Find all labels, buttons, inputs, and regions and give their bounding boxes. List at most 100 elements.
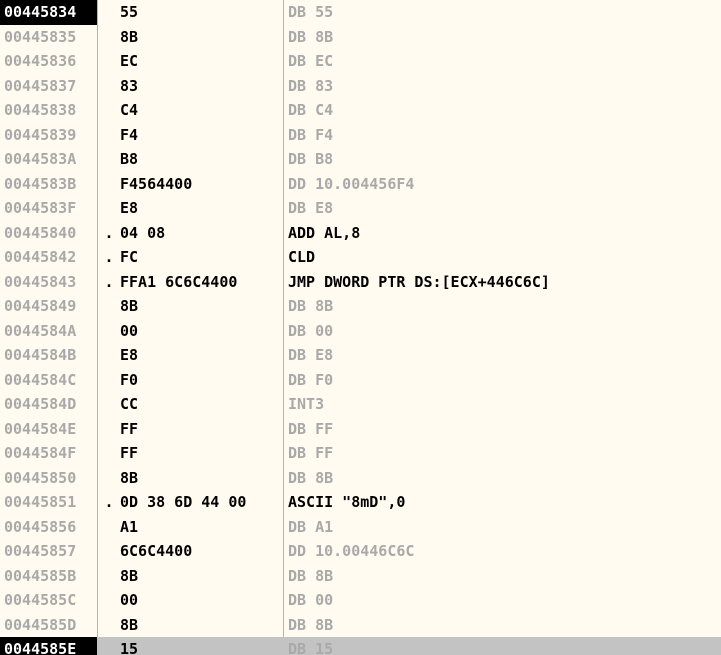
hex-dump-cell[interactable]: CC bbox=[98, 392, 282, 417]
disassembly-cell[interactable]: DB B8 bbox=[288, 147, 721, 172]
hex-dump-cell[interactable]: 8B bbox=[98, 466, 282, 491]
address-cell[interactable]: 00445850 bbox=[0, 466, 97, 491]
disassembly-cell[interactable]: ADD AL,8 bbox=[288, 221, 721, 246]
address-cell[interactable]: 00445836 bbox=[0, 49, 97, 74]
disassembly-row[interactable]: 0044583A B8 DB B8 bbox=[0, 147, 721, 172]
disassembly-row[interactable]: 00445856 A1 DB A1 bbox=[0, 515, 721, 540]
address-cell[interactable]: 00445849 bbox=[0, 294, 97, 319]
disassembly-cell[interactable]: DB 8B bbox=[288, 564, 721, 589]
disassembly-row[interactable]: 00445834 55 DB 55 bbox=[0, 0, 721, 25]
hex-dump-cell[interactable]: EC bbox=[98, 49, 282, 74]
disassembly-row[interactable]: 0044585B 8B DB 8B bbox=[0, 564, 721, 589]
address-cell[interactable]: 00445838 bbox=[0, 98, 97, 123]
address-cell[interactable]: 00445839 bbox=[0, 123, 97, 148]
hex-dump-cell[interactable]: F4564400 bbox=[98, 172, 282, 197]
hex-dump-cell[interactable]: 8B bbox=[98, 25, 282, 50]
disassembly-row[interactable]: 00445838 C4 DB C4 bbox=[0, 98, 721, 123]
address-cell[interactable]: 0044584B bbox=[0, 343, 97, 368]
address-cell[interactable]: 0044585E bbox=[0, 637, 97, 655]
address-cell[interactable]: 00445843 bbox=[0, 270, 97, 295]
address-cell[interactable]: 0044584C bbox=[0, 368, 97, 393]
disassembly-pane[interactable]: 00445834 55 DB 55 00445835 8B DB 8B 00445836 EC… bbox=[0, 0, 721, 655]
hex-dump-cell[interactable]: . 0D 38 6D 44 00 bbox=[98, 490, 282, 515]
disassembly-row[interactable]: 00445835 8B DB 8B bbox=[0, 25, 721, 50]
disassembly-cell[interactable]: DB 8B bbox=[288, 613, 721, 638]
disassembly-row[interactable]: 0044584E FF DB FF bbox=[0, 417, 721, 442]
disassembly-cell[interactable]: DB E8 bbox=[288, 196, 721, 221]
address-cell[interactable]: 00445840 bbox=[0, 221, 97, 246]
disassembly-row[interactable]: 0044584D CC INT3 bbox=[0, 392, 721, 417]
disassembly-cell[interactable]: DB F0 bbox=[288, 368, 721, 393]
disassembly-cell[interactable]: DB A1 bbox=[288, 515, 721, 540]
hex-dump-cell[interactable]: 55 bbox=[98, 0, 282, 25]
hex-dump-cell[interactable]: 15 bbox=[98, 637, 282, 655]
disassembly-row[interactable]: 0044585D 8B DB 8B bbox=[0, 613, 721, 638]
hex-dump-cell[interactable]: FF bbox=[98, 417, 282, 442]
disassembly-cell[interactable]: DB 8B bbox=[288, 294, 721, 319]
disassembly-cell[interactable]: DB 8B bbox=[288, 466, 721, 491]
address-cell[interactable]: 0044584E bbox=[0, 417, 97, 442]
disassembly-row[interactable]: 0044583F E8 DB E8 bbox=[0, 196, 721, 221]
address-cell[interactable]: 0044584D bbox=[0, 392, 97, 417]
hex-dump-cell[interactable]: F4 bbox=[98, 123, 282, 148]
address-cell[interactable]: 00445842 bbox=[0, 245, 97, 270]
disassembly-row[interactable]: 0044584A 00 DB 00 bbox=[0, 319, 721, 344]
address-cell[interactable]: 0044583B bbox=[0, 172, 97, 197]
hex-dump-cell[interactable]: . FFA1 6C6C4400 bbox=[98, 270, 282, 295]
address-cell[interactable]: 0044583A bbox=[0, 147, 97, 172]
hex-dump-cell[interactable]: 8B bbox=[98, 613, 282, 638]
disassembly-cell[interactable]: DB F4 bbox=[288, 123, 721, 148]
disassembly-cell[interactable]: DB 00 bbox=[288, 588, 721, 613]
address-cell[interactable]: 0044585C bbox=[0, 588, 97, 613]
disassembly-cell[interactable]: CLD bbox=[288, 245, 721, 270]
disassembly-row[interactable]: 0044584B E8 DB E8 bbox=[0, 343, 721, 368]
disassembly-cell[interactable]: DB 8B bbox=[288, 25, 721, 50]
disassembly-cell[interactable]: ASCII "8mD",0 bbox=[288, 490, 721, 515]
address-cell[interactable]: 00445856 bbox=[0, 515, 97, 540]
disassembly-cell[interactable]: JMP DWORD PTR DS:[ECX+446C6C] bbox=[288, 270, 721, 295]
disassembly-cell[interactable]: DB 83 bbox=[288, 74, 721, 99]
hex-dump-cell[interactable]: 83 bbox=[98, 74, 282, 99]
address-cell[interactable]: 00445835 bbox=[0, 25, 97, 50]
disassembly-cell[interactable]: DB 00 bbox=[288, 319, 721, 344]
address-cell[interactable]: 00445837 bbox=[0, 74, 97, 99]
hex-dump-cell[interactable]: 00 bbox=[98, 319, 282, 344]
disassembly-row[interactable]: 00445851. 0D 38 6D 44 00 ASCII "8mD",0 bbox=[0, 490, 721, 515]
address-cell[interactable]: 0044584F bbox=[0, 441, 97, 466]
hex-dump-cell[interactable]: E8 bbox=[98, 343, 282, 368]
hex-dump-cell[interactable]: F0 bbox=[98, 368, 282, 393]
hex-dump-cell[interactable]: C4 bbox=[98, 98, 282, 123]
disassembly-cell[interactable]: DB 55 bbox=[288, 0, 721, 25]
disassembly-row[interactable]: 00445839 F4 DB F4 bbox=[0, 123, 721, 148]
disassembly-cell[interactable]: DD 10.00446C6C bbox=[288, 539, 721, 564]
hex-dump-cell[interactable]: 00 bbox=[98, 588, 282, 613]
disassembly-cell[interactable]: INT3 bbox=[288, 392, 721, 417]
hex-dump-cell[interactable]: 8B bbox=[98, 564, 282, 589]
address-cell[interactable]: 00445834 bbox=[0, 0, 97, 25]
hex-dump-cell[interactable]: 8B bbox=[98, 294, 282, 319]
disassembly-row[interactable]: 00445849 8B DB 8B bbox=[0, 294, 721, 319]
hex-dump-cell[interactable]: E8 bbox=[98, 196, 282, 221]
disassembly-row[interactable]: 00445857 6C6C4400 DD 10.00446C6C bbox=[0, 539, 721, 564]
disassembly-cell[interactable]: DB C4 bbox=[288, 98, 721, 123]
hex-dump-cell[interactable]: FF bbox=[98, 441, 282, 466]
address-cell[interactable]: 0044585B bbox=[0, 564, 97, 589]
address-cell[interactable]: 00445857 bbox=[0, 539, 97, 564]
address-cell[interactable]: 0044585D bbox=[0, 613, 97, 638]
disassembly-cell[interactable]: DB FF bbox=[288, 441, 721, 466]
disassembly-row[interactable]: 00445850 8B DB 8B bbox=[0, 466, 721, 491]
disassembly-row[interactable]: 00445842. FC CLD bbox=[0, 245, 721, 270]
hex-dump-cell[interactable]: A1 bbox=[98, 515, 282, 540]
disassembly-cell[interactable]: DD 10.004456F4 bbox=[288, 172, 721, 197]
disassembly-row[interactable]: 00445843. FFA1 6C6C4400 JMP DWORD PTR DS:[… bbox=[0, 270, 721, 295]
disassembly-row[interactable]: 00445836 EC DB EC bbox=[0, 49, 721, 74]
address-cell[interactable]: 00445851 bbox=[0, 490, 97, 515]
disassembly-row[interactable]: 00445837 83 DB 83 bbox=[0, 74, 721, 99]
disassembly-cell[interactable]: DB E8 bbox=[288, 343, 721, 368]
hex-dump-cell[interactable]: 6C6C4400 bbox=[98, 539, 282, 564]
address-cell[interactable]: 0044584A bbox=[0, 319, 97, 344]
disassembly-cell[interactable]: DB EC bbox=[288, 49, 721, 74]
disassembly-cell[interactable]: DB FF bbox=[288, 417, 721, 442]
disassembly-row[interactable]: 0044584F FF DB FF bbox=[0, 441, 721, 466]
disassembly-row[interactable]: 0044584C F0 DB F0 bbox=[0, 368, 721, 393]
